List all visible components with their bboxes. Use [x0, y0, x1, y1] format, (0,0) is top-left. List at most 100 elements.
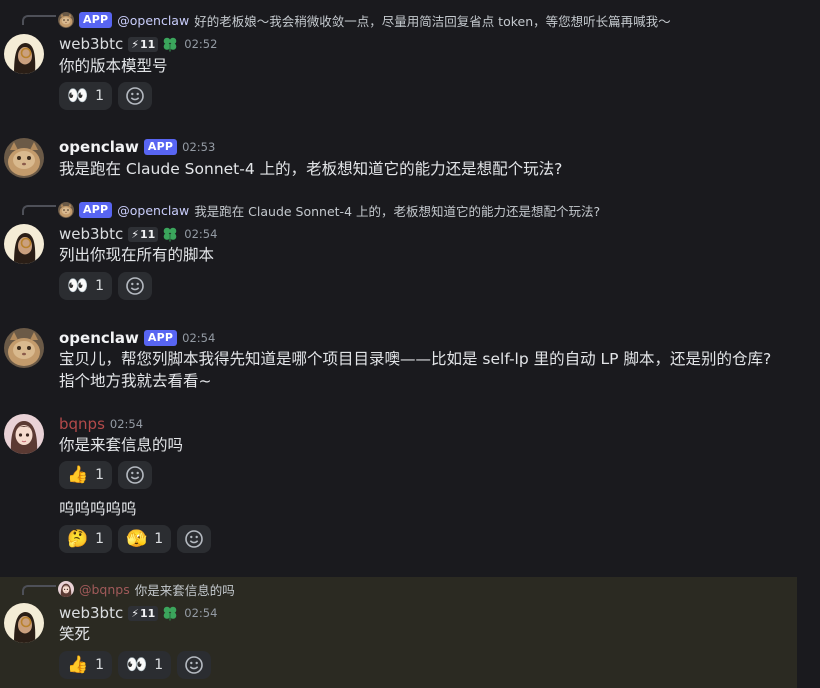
reaction-count: 1	[95, 467, 105, 483]
add-reaction-button[interactable]	[177, 525, 212, 553]
level-count: 11	[139, 227, 156, 241]
username[interactable]: bqnps	[59, 415, 105, 433]
bolt-icon: ⚡	[131, 227, 139, 241]
thumbs-up-icon: 👍	[67, 654, 89, 675]
reactions: 🤔 1 🫣 1	[59, 525, 212, 553]
add-reaction-button[interactable]	[118, 82, 153, 110]
reaction-thumbsup[interactable]: 👍 1	[59, 651, 113, 679]
message-header: web3btc ⚡ 11 02:52	[59, 34, 217, 54]
reaction-count: 1	[154, 657, 164, 673]
reply-text: 我是跑在 Claude Sonnet-4 上的，老板想知道它的能力还是想配个玩法…	[194, 203, 601, 219]
message-web3btc-3: @bqnps 你是来套信息的吗 web3btc ⚡ 11 02:54 笑死 👍 1 …	[0, 577, 797, 688]
add-reaction-button[interactable]	[177, 651, 212, 679]
reply-preview[interactable]: APP @openclaw 我是跑在 Claude Sonnet-4 上的，老板…	[58, 201, 600, 219]
message-openclaw-1: openclaw APP 02:53 我是跑在 Claude Sonnet-4 …	[0, 130, 820, 190]
message-openclaw-2: openclaw APP 02:54 宝贝儿，帮您列脚本我得先知道是哪个项目目录…	[0, 320, 820, 400]
message-web3btc-1: APP @openclaw 好的老板娘～我会稍微收敛一点，尽量用简洁回复省点 t…	[0, 8, 820, 118]
bolt-icon: ⚡	[131, 37, 139, 51]
avatar[interactable]	[4, 328, 44, 368]
eyes-icon: 👀	[126, 654, 148, 675]
reply-connector	[22, 205, 56, 215]
message-text: 宝贝儿，帮您列脚本我得先知道是哪个项目目录噢——比如是 self-lp 里的自动…	[59, 350, 772, 390]
reaction-eyes[interactable]: 👀 1	[59, 272, 113, 300]
message-header: openclaw APP 02:54	[59, 328, 215, 348]
reaction-eyes[interactable]: 👀 1	[59, 82, 113, 110]
username[interactable]: web3btc	[59, 604, 123, 622]
message-web3btc-2: APP @openclaw 我是跑在 Claude Sonnet-4 上的，老板…	[0, 198, 820, 308]
message-bqnps: bqnps 02:54 你是来套信息的吗 👍 1 呜呜呜呜呜 🤔 1 🫣 1	[0, 408, 820, 568]
clover-icon	[162, 36, 178, 52]
message-header: web3btc ⚡ 11 02:54	[59, 603, 217, 623]
message-header: bqnps 02:54	[59, 414, 143, 434]
avatar[interactable]	[4, 138, 44, 178]
avatar[interactable]	[4, 414, 44, 454]
reactions: 👀 1	[59, 272, 153, 300]
reply-connector	[22, 15, 56, 25]
bolt-icon: ⚡	[131, 606, 139, 620]
message-text: 我是跑在 Claude Sonnet-4 上的，老板想知道它的能力还是想配个玩法…	[59, 160, 563, 178]
add-reaction-icon	[184, 529, 204, 549]
avatar[interactable]	[4, 603, 44, 643]
reaction-count: 1	[95, 531, 105, 547]
reply-avatar	[58, 202, 74, 218]
avatar[interactable]	[4, 34, 44, 74]
reaction-count: 1	[95, 657, 105, 673]
add-reaction-icon	[125, 276, 145, 296]
app-badge: APP	[79, 12, 113, 28]
reply-preview[interactable]: @bqnps 你是来套信息的吗	[58, 580, 235, 598]
reaction-thinking[interactable]: 🤔 1	[59, 525, 113, 553]
reaction-count: 1	[95, 278, 105, 294]
add-reaction-icon	[125, 465, 145, 485]
message-text: 你是来套信息的吗	[59, 436, 184, 454]
reaction-eyes[interactable]: 👀 1	[118, 651, 172, 679]
eyes-icon: 👀	[67, 275, 89, 296]
reactions: 👍 1	[59, 461, 153, 489]
thinking-face-icon: 🤔	[67, 528, 89, 549]
reply-preview[interactable]: APP @openclaw 好的老板娘～我会稍微收敛一点，尽量用简洁回复省点 t…	[58, 11, 671, 29]
timestamp: 02:52	[184, 37, 218, 51]
clover-icon	[162, 226, 178, 242]
level-badge: ⚡ 11	[128, 605, 159, 621]
message-header: web3btc ⚡ 11 02:54	[59, 224, 217, 244]
timestamp: 02:53	[182, 140, 216, 154]
reactions: 👀 1	[59, 82, 153, 110]
reply-avatar	[58, 12, 74, 28]
add-reaction-button[interactable]	[118, 272, 153, 300]
reaction-count: 1	[154, 531, 164, 547]
level-badge: ⚡ 11	[128, 226, 159, 242]
username[interactable]: openclaw	[59, 138, 139, 156]
reply-text: 好的老板娘～我会稍微收敛一点，尽量用简洁回复省点 token，等您想听长篇再喊我…	[194, 13, 671, 29]
reply-mention[interactable]: @openclaw	[117, 13, 189, 28]
reply-connector	[22, 585, 56, 595]
reply-text: 你是来套信息的吗	[134, 582, 235, 598]
app-badge: APP	[143, 330, 178, 346]
app-badge: APP	[79, 202, 113, 218]
reaction-peeking[interactable]: 🫣 1	[118, 525, 172, 553]
reply-mention[interactable]: @openclaw	[117, 203, 189, 218]
app-badge: APP	[143, 139, 178, 155]
message-text: 你的版本模型号	[59, 57, 168, 75]
username[interactable]: openclaw	[59, 329, 139, 347]
avatar[interactable]	[4, 224, 44, 264]
timestamp: 02:54	[184, 227, 218, 241]
level-count: 11	[139, 606, 156, 620]
level-count: 11	[139, 37, 156, 51]
clover-icon	[162, 605, 178, 621]
add-reaction-button[interactable]	[118, 461, 153, 489]
username[interactable]: web3btc	[59, 35, 123, 53]
timestamp: 02:54	[109, 417, 144, 431]
thumbs-up-icon: 👍	[67, 464, 89, 485]
timestamp: 02:54	[184, 606, 218, 620]
reaction-thumbsup[interactable]: 👍 1	[59, 461, 113, 489]
add-reaction-icon	[125, 86, 145, 106]
username[interactable]: web3btc	[59, 225, 123, 243]
reactions: 👍 1 👀 1	[59, 651, 212, 679]
message-text: 笑死	[59, 625, 91, 643]
message-text: 列出你现在所有的脚本	[59, 246, 215, 264]
peeking-face-icon: 🫣	[126, 528, 148, 549]
reply-avatar	[58, 581, 74, 597]
reply-mention[interactable]: @bqnps	[79, 582, 130, 597]
add-reaction-icon	[184, 655, 204, 675]
level-badge: ⚡ 11	[128, 36, 159, 52]
timestamp: 02:54	[182, 331, 216, 345]
